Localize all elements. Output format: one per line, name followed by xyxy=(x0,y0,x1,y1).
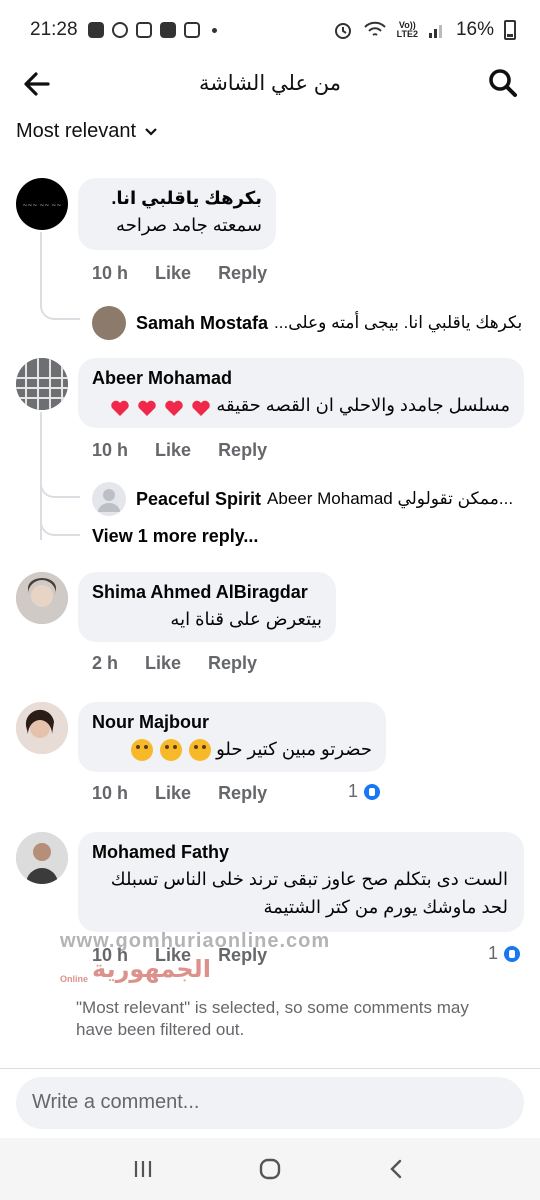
comment-actions: 10 h Like Reply xyxy=(92,440,294,461)
reply-text: بكرهك ياقلبي انا. بيجى أمته وعلى... xyxy=(274,313,523,332)
page-title: من علي الشاشة xyxy=(198,71,342,95)
comment-text: سمعته جامد صراحه xyxy=(116,215,262,235)
svg-text:~~~ ~~ ~~: ~~~ ~~ ~~ xyxy=(22,202,61,209)
comment-text: بيتعرض على قناة ايه xyxy=(170,609,322,629)
comment-item: Abeer Mohamad مسلسل جامدد والاحلي ان الق… xyxy=(16,358,540,428)
comment-actions: 10 h Like Reply xyxy=(92,783,294,804)
wifi-icon xyxy=(363,21,386,36)
signal-icon xyxy=(428,25,442,38)
battery-icon xyxy=(504,20,516,40)
comment-bubble[interactable]: بكرهك ياقلبي انا. سمعته جامد صراحه xyxy=(78,178,276,250)
reaction-count: 1 xyxy=(348,781,359,801)
avatar xyxy=(92,482,126,516)
reply-author[interactable]: Peaceful Spirit xyxy=(136,489,261,510)
reply-button[interactable]: Reply xyxy=(218,440,267,461)
reaction-count: 1 xyxy=(488,943,499,963)
comment-author[interactable]: Shima Ahmed AlBiragdar xyxy=(92,582,322,603)
reply-text: Abeer Mohamad ممكن تقولولي... xyxy=(267,489,514,508)
divider xyxy=(0,1068,540,1069)
comment-actions: 2 h Like Reply xyxy=(92,653,284,674)
heart-emoji-icon xyxy=(110,397,130,417)
thread-line xyxy=(40,232,80,320)
comment-time: 10 h xyxy=(92,945,129,965)
like-reaction-icon xyxy=(502,943,523,964)
thread-line xyxy=(40,498,80,536)
comment-item: Mohamed Fathy الست دى بتكلم صح عاوز تبقى… xyxy=(16,832,540,932)
comment-bubble[interactable]: Shima Ahmed AlBiragdar بيتعرض على قناة ا… xyxy=(78,572,336,642)
avatar xyxy=(92,306,126,340)
comment-time: 10 h xyxy=(92,263,129,283)
status-time: 21:28 xyxy=(30,19,78,40)
network-type: Vo)) LTE2 xyxy=(396,20,418,39)
filter-notice: "Most relevant" is selected, so some com… xyxy=(76,998,469,1039)
sort-dropdown[interactable]: Most relevant xyxy=(16,120,158,143)
arrow-left-icon[interactable] xyxy=(18,64,58,104)
like-button[interactable]: Like xyxy=(155,945,191,966)
reaction-summary[interactable]: 1 xyxy=(348,781,383,802)
comment-actions: 10 h Like Reply xyxy=(92,945,294,966)
heart-emoji-icon xyxy=(137,397,157,417)
comment-text: الست دى بتكلم صح عاوز تبقى ترند خلى النا… xyxy=(110,869,508,917)
view-more-replies-link[interactable]: View 1 more reply... xyxy=(92,526,258,547)
reply-button[interactable]: Reply xyxy=(218,263,267,284)
reply-author[interactable]: Samah Mostafa xyxy=(136,313,268,334)
comment-author[interactable]: Mohamed Fathy xyxy=(92,842,510,863)
avatar[interactable] xyxy=(16,702,68,754)
more-notifications-icon xyxy=(211,27,217,33)
back-icon[interactable] xyxy=(385,1157,409,1181)
comment-actions: 10 h Like Reply xyxy=(92,263,294,284)
battery-percent: 16% xyxy=(455,19,494,40)
heart-emoji-icon xyxy=(164,397,184,417)
app-header: من علي الشاشة xyxy=(0,58,540,108)
laughing-tears-emoji-icon xyxy=(131,739,154,762)
avatar[interactable] xyxy=(16,358,68,410)
laughing-tears-emoji-icon xyxy=(160,739,183,762)
reply-preview[interactable]: Samah Mostafa بكرهك ياقلبي انا. بيجى أمت… xyxy=(92,306,522,340)
comment-time: 2 h xyxy=(92,653,119,673)
instagram-icon xyxy=(135,22,152,38)
comment-text: مسلسل جامدد والاحلي ان القصه حقيقه xyxy=(92,391,510,419)
messenger-icon xyxy=(111,22,128,38)
like-button[interactable]: Like xyxy=(155,440,191,461)
reply-button[interactable]: Reply xyxy=(208,653,257,674)
comment-bubble[interactable]: Mohamed Fathy الست دى بتكلم صح عاوز تبقى… xyxy=(78,832,524,932)
comment-bubble[interactable]: Abeer Mohamad مسلسل جامدد والاحلي ان الق… xyxy=(78,358,524,428)
heart-emoji-icon xyxy=(191,397,211,417)
like-button[interactable]: Like xyxy=(145,653,181,674)
chevron-down-icon xyxy=(145,127,157,136)
search-icon[interactable] xyxy=(486,66,520,100)
avatar[interactable] xyxy=(16,572,68,624)
instagram-icon xyxy=(183,22,200,38)
recent-apps-icon[interactable] xyxy=(131,1157,155,1181)
thread-line xyxy=(40,412,80,498)
comment-text: حضرتو مبين كتير حلو xyxy=(92,735,372,763)
message-icon xyxy=(87,22,104,38)
reply-preview[interactable]: Peaceful Spirit Abeer Mohamad ممكن تقولو… xyxy=(92,482,513,516)
comment-bubble[interactable]: Nour Majbour حضرتو مبين كتير حلو xyxy=(78,702,386,772)
home-icon[interactable] xyxy=(257,1156,283,1182)
youtube-icon xyxy=(159,22,176,38)
avatar[interactable]: ~~~ ~~ ~~ xyxy=(16,178,68,230)
avatar[interactable] xyxy=(16,832,68,884)
status-bar: 21:28 Vo)) LTE2 16% xyxy=(0,0,540,60)
comment-author[interactable]: Abeer Mohamad xyxy=(92,368,510,389)
reaction-summary[interactable]: 1 xyxy=(488,943,523,964)
sort-label: Most relevant xyxy=(16,120,137,142)
alarm-icon xyxy=(334,23,351,39)
comment-time: 10 h xyxy=(92,783,129,803)
comment-item: Nour Majbour حضرتو مبين كتير حلو xyxy=(16,702,540,772)
like-button[interactable]: Like xyxy=(155,263,191,284)
system-nav-bar xyxy=(0,1138,540,1200)
comment-author[interactable]: بكرهك ياقلبي انا. xyxy=(92,188,262,209)
reply-button[interactable]: Reply xyxy=(218,945,267,966)
comment-item: Shima Ahmed AlBiragdar بيتعرض على قناة ا… xyxy=(16,572,540,642)
comment-author[interactable]: Nour Majbour xyxy=(92,712,372,733)
reply-button[interactable]: Reply xyxy=(218,783,267,804)
like-button[interactable]: Like xyxy=(155,783,191,804)
like-reaction-icon xyxy=(362,781,383,802)
laughing-tears-emoji-icon xyxy=(189,739,212,762)
comment-time: 10 h xyxy=(92,440,129,460)
comment-input[interactable]: Write a comment... xyxy=(16,1077,524,1129)
